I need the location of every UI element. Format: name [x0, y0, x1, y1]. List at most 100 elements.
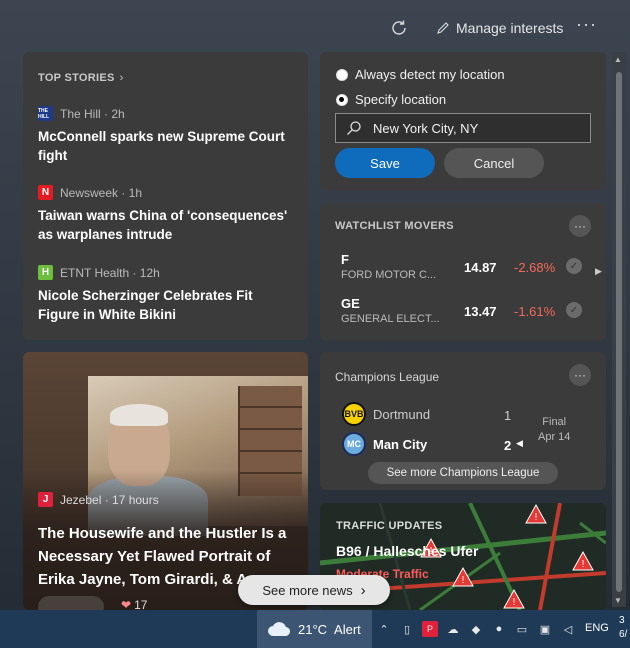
story-headline[interactable]: Nicole Scherzinger Celebrates Fit Figure… — [38, 286, 296, 324]
story-source: THE HILL The Hill · 2h — [38, 106, 296, 121]
stock-row[interactable]: GE GENERAL ELECT... 13.47 -1.61% ✓ — [341, 296, 591, 332]
see-more-news-label: See more news — [262, 582, 353, 598]
stock-symbol: F — [341, 252, 349, 267]
radio-button-selected[interactable] — [336, 93, 348, 106]
stock-name: GENERAL ELECT... — [341, 313, 440, 325]
always-detect-location-radio[interactable]: Always detect my location — [336, 67, 505, 82]
chevron-right-icon: › — [119, 72, 124, 84]
stock-price: 13.47 — [464, 304, 497, 319]
stock-row[interactable]: F FORD MOTOR C... 14.87 -2.68% ✓ — [341, 252, 591, 288]
heart-icon: ❤ — [121, 598, 132, 610]
radio-button[interactable] — [336, 68, 348, 81]
app-tray-icon[interactable]: P — [422, 621, 438, 637]
reaction-count: 17 — [134, 598, 148, 610]
network-icon[interactable]: ▣ — [537, 621, 553, 637]
story-headline[interactable]: Taiwan warns China of 'consequences' as … — [38, 206, 296, 244]
volume-icon[interactable]: ◁ — [560, 621, 576, 637]
watchlist-more-button[interactable]: ··· — [569, 215, 591, 237]
top-stories-card: TOP STORIES › THE HILL The Hill · 2h McC… — [23, 52, 308, 340]
always-detect-location-label: Always detect my location — [355, 67, 505, 82]
watchlist-movers-card: WATCHLIST MOVERS ··· F FORD MOTOR C... 1… — [320, 203, 606, 341]
chevron-up-icon[interactable]: ⌃ — [376, 621, 392, 637]
stock-symbol: GE — [341, 296, 360, 311]
story-headline[interactable]: McConnell sparks new Supreme Court fight — [38, 127, 296, 165]
widget-header: Manage interests ··· — [0, 0, 630, 56]
refresh-icon[interactable] — [389, 18, 409, 38]
stock-change: -1.61% — [514, 304, 556, 319]
man-city-crest-icon: MC — [342, 432, 366, 456]
featured-story-card[interactable]: J Jezebel · 17 hours The Housewife and t… — [23, 352, 308, 610]
the-hill-logo-icon: THE HILL — [38, 106, 53, 121]
weather-temperature: 21°C — [298, 621, 328, 637]
see-more-news-button[interactable]: See more news › — [238, 575, 390, 605]
etnt-health-logo-icon: H — [38, 265, 53, 280]
specify-location-radio[interactable]: Specify location — [336, 92, 446, 107]
cloud-icon — [268, 622, 291, 637]
pencil-icon — [437, 22, 449, 34]
warning-icon: ! — [452, 567, 474, 587]
winner-arrow-icon: ◀ — [516, 438, 523, 448]
team-name: Dortmund — [373, 406, 431, 422]
champions-league-title: Champions League — [335, 370, 440, 384]
story-item[interactable]: THE HILL The Hill · 2h McConnell sparks … — [38, 106, 296, 165]
traffic-road: B96 / Hallesches Ufer — [336, 543, 479, 559]
match-status: Final Apr 14 — [538, 415, 570, 445]
scroll-up-icon[interactable]: ▲ — [614, 55, 622, 64]
champions-league-card[interactable]: Champions League ··· BVB Dortmund 1 MC M… — [320, 352, 606, 490]
checkmark-icon[interactable]: ✓ — [566, 302, 582, 318]
system-tray: ⌃ ▯ P ☁ ◆ ● ▭ ▣ ◁ — [376, 610, 576, 648]
dropbox-icon[interactable]: ◆ — [468, 621, 484, 637]
newsweek-logo-icon: N — [38, 185, 53, 200]
story-item[interactable]: N Newsweek · 1h Taiwan warns China of 'c… — [38, 185, 296, 244]
team-name: Man City — [373, 436, 428, 452]
location-input-value: New York City, NY — [373, 120, 479, 136]
checkmark-icon[interactable]: ✓ — [566, 258, 582, 274]
stock-name: FORD MOTOR C... — [341, 269, 437, 281]
watchlist-title: WATCHLIST MOVERS — [335, 220, 454, 232]
onedrive-icon[interactable]: ☁ — [445, 621, 461, 637]
more-options-button[interactable]: ··· — [576, 14, 597, 35]
story-item[interactable]: H ETNT Health · 12h Nicole Scherzinger C… — [38, 265, 296, 324]
reactions[interactable]: ❤ 17 — [121, 598, 147, 610]
story-source-label: Newsweek · 1h — [60, 185, 143, 200]
svg-text:!: ! — [462, 575, 465, 586]
weather-widget-button[interactable]: 21°C Alert — [257, 610, 372, 648]
stock-price: 14.87 — [464, 260, 497, 275]
jezebel-logo-icon: J — [38, 492, 53, 507]
cancel-button[interactable]: Cancel — [444, 148, 544, 178]
champions-more-button[interactable]: ··· — [569, 364, 591, 386]
location-input[interactable]: New York City, NY — [335, 113, 591, 143]
team-score: 1 — [504, 408, 512, 423]
play-triangle-icon[interactable]: ▶ — [595, 266, 602, 277]
taskbar: 21°C Alert ⌃ ▯ P ☁ ◆ ● ▭ ▣ ◁ ENG 3 6/ — [0, 610, 630, 648]
featured-story-source: J Jezebel · 17 hours — [38, 492, 159, 507]
see-more-champions-league-button[interactable]: See more Champions League — [368, 462, 558, 484]
team-score: 2 — [504, 438, 512, 453]
scrollbar[interactable]: ▲ ▼ — [612, 52, 626, 607]
warning-icon: ! — [525, 504, 547, 524]
specify-location-label: Specify location — [355, 92, 447, 107]
match-date: Apr 14 — [538, 431, 571, 443]
like-button[interactable] — [38, 596, 104, 610]
language-indicator[interactable]: ENG — [585, 622, 609, 634]
top-stories-header[interactable]: TOP STORIES › — [38, 72, 123, 84]
featured-story-source-label: Jezebel · 17 hours — [60, 492, 159, 507]
warning-icon: ! — [572, 551, 594, 571]
clock-date: 6/ — [619, 629, 628, 640]
scroll-down-icon[interactable]: ▼ — [614, 596, 622, 605]
stock-change: -2.68% — [514, 260, 556, 275]
usb-icon[interactable]: ▯ — [399, 621, 415, 637]
svg-text:!: ! — [513, 597, 516, 608]
story-source-label: ETNT Health · 12h — [60, 265, 160, 280]
save-button[interactable]: Save — [335, 148, 435, 178]
microphone-icon[interactable]: ● — [491, 621, 507, 637]
battery-icon[interactable]: ▭ — [514, 621, 530, 637]
scrollbar-thumb[interactable] — [616, 72, 622, 592]
top-stories-title: TOP STORIES — [38, 72, 115, 84]
story-source: N Newsweek · 1h — [38, 185, 296, 200]
manage-interests-button[interactable]: Manage interests — [436, 18, 563, 38]
search-icon — [347, 121, 361, 135]
story-source-label: The Hill · 2h — [60, 106, 125, 121]
dortmund-crest-icon: BVB — [342, 402, 366, 426]
clock[interactable]: 3 6/ — [619, 614, 627, 642]
